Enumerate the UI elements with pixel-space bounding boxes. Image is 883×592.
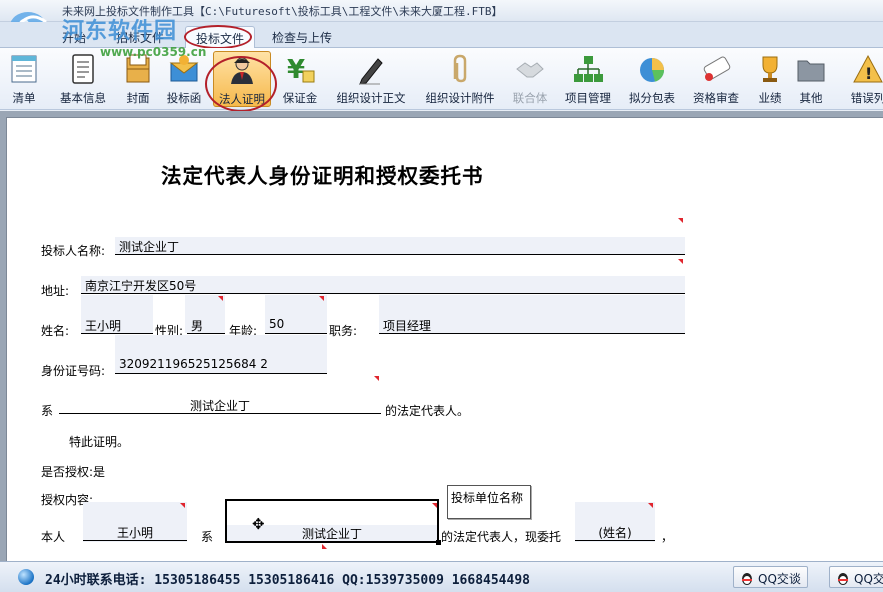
tool-legal-rep-button[interactable]: 法人证明 [213,51,271,107]
id-label: 身份证号码: [41,364,106,378]
document-page: 法定代表人身份证明和授权委托书 投标人名称: 测试企业丁 地址: 南京江宁开发区… [6,117,883,561]
svg-text:¥: ¥ [287,55,305,85]
tool-org-design-body-button[interactable]: 组织设计正文 [332,51,410,107]
field-marker [648,503,653,508]
bidder-field[interactable]: 测试企业丁 [115,237,685,255]
person-icon [231,57,253,84]
field-marker [218,296,223,301]
tool-org-design-attach-button[interactable]: 组织设计附件 [421,51,499,107]
tool-qualification-button[interactable]: 资格审查 [688,51,744,107]
tool-error-list-button[interactable]: ! 错误列 [846,51,883,107]
field-marker [319,296,324,301]
document-icon [72,54,94,84]
tool-consortium-button[interactable]: 联合体 [508,51,552,107]
tool-deposit-label: 保证金 [282,91,318,105]
field-marker [432,503,437,508]
qq-chat-label: QQ交谈 [854,572,883,586]
tool-other-label: 其他 [799,91,823,105]
agent-name-field[interactable]: (姓名) [575,523,655,541]
contact-info: 24小时联系电话: 15305186455 15305186416 QQ:153… [45,573,530,588]
list-icon [11,55,37,83]
paperclip-icon [453,54,467,83]
qq-penguin-icon [838,573,848,585]
tool-list-label: 清单 [12,91,36,105]
qq-chat-label: QQ交谈 [758,572,801,586]
authorized-text: 是否授权:是 [41,465,106,479]
tool-basic-info-button[interactable]: 基本信息 [56,51,110,107]
tool-other-button[interactable]: 其他 [794,51,828,107]
document-title: 法定代表人身份证明和授权委托书 [161,164,484,188]
status-bar: 24小时联系电话: 15305186455 15305186416 QQ:153… [0,561,883,592]
tool-legal-rep-label: 法人证明 [219,92,265,106]
tool-qualification-label: 资格审查 [693,91,739,105]
entrust-text: 的法定代表人，现委托 [441,530,562,544]
tool-bid-letter-label: 投标函 [166,91,202,105]
field-marker [374,376,379,381]
tool-basic-info-label: 基本信息 [60,91,106,105]
address-label: 地址: [41,284,70,298]
field-tooltip: 投标单位名称 [447,485,531,519]
field-marker [322,544,327,549]
qq-chat-button-2[interactable]: QQ交谈 [829,566,883,588]
status-globe-icon [18,569,34,585]
tool-subcontract-button[interactable]: 拟分包表 [624,51,680,107]
principal-name-field[interactable]: 王小明 [83,523,187,541]
tool-consortium-label: 联合体 [512,91,548,105]
name-label: 姓名: [41,324,70,338]
position-label: 职务: [329,324,358,338]
tool-bid-letter-button[interactable]: 投标函 [162,51,206,107]
hereby-proven-text: 特此证明。 [69,435,130,449]
warning-icon: ! [853,54,883,83]
comma-text: ， [661,530,674,544]
legal-rep-suffix: 的法定代表人。 [385,404,470,418]
tool-org-design-attach-label: 组织设计附件 [425,91,495,105]
field-marker [180,503,185,508]
position-field[interactable]: 项目经理 [379,316,685,334]
qq-penguin-icon [742,573,752,585]
svg-text:!: ! [865,64,872,83]
name-field[interactable]: 王小明 [81,316,153,334]
field-marker [678,259,683,264]
tool-performance-label: 业绩 [758,91,782,105]
age-field[interactable]: 50 [265,316,327,334]
gender-field[interactable]: 男 [187,316,225,334]
certificate-icon [703,56,731,81]
tool-org-design-body-label: 组织设计正文 [336,91,406,105]
folder-icon [797,60,825,82]
id-number-field[interactable]: 320921196525125684 2 [115,356,327,374]
move-cursor-icon: ✥ [252,515,265,533]
pie-chart-icon [640,58,664,82]
xi-label: 系 [41,404,54,418]
tool-deposit-button[interactable]: ¥ 保证金 [278,51,322,107]
principal-label: 本人 [41,530,66,544]
tool-project-mgmt-label: 项目管理 [565,91,611,105]
field-marker [678,218,683,223]
tool-cover-label: 封面 [126,91,150,105]
legal-rep-company-field[interactable]: 测试企业丁 [59,396,381,414]
address-field[interactable]: 南京江宁开发区50号 [81,276,685,294]
tool-project-mgmt-button[interactable]: 项目管理 [560,51,616,107]
document-viewport: 法定代表人身份证明和授权委托书 投标人名称: 测试企业丁 地址: 南京江宁开发区… [0,111,883,561]
tool-error-list-label: 错误列 [850,91,883,105]
org-chart-icon [574,56,603,82]
tool-list-button[interactable]: 清单 [6,51,42,107]
tool-subcontract-label: 拟分包表 [629,91,675,105]
tool-performance-button[interactable]: 业绩 [752,51,788,107]
handshake-icon [516,62,544,78]
pen-icon [359,58,383,85]
bidder-label: 投标人名称: [41,244,106,258]
watermark-text: 河东软件园 [62,18,178,44]
tab-check-upload[interactable]: 检查与上传 [262,26,342,48]
watermark-url: www.pc0359.cn [100,45,207,59]
xi2-label: 系 [201,530,214,544]
qq-chat-button[interactable]: QQ交谈 [733,566,808,588]
yen-icon: ¥ [287,55,315,85]
tool-cover-button[interactable]: 封面 [120,51,156,107]
trophy-icon [762,56,778,82]
